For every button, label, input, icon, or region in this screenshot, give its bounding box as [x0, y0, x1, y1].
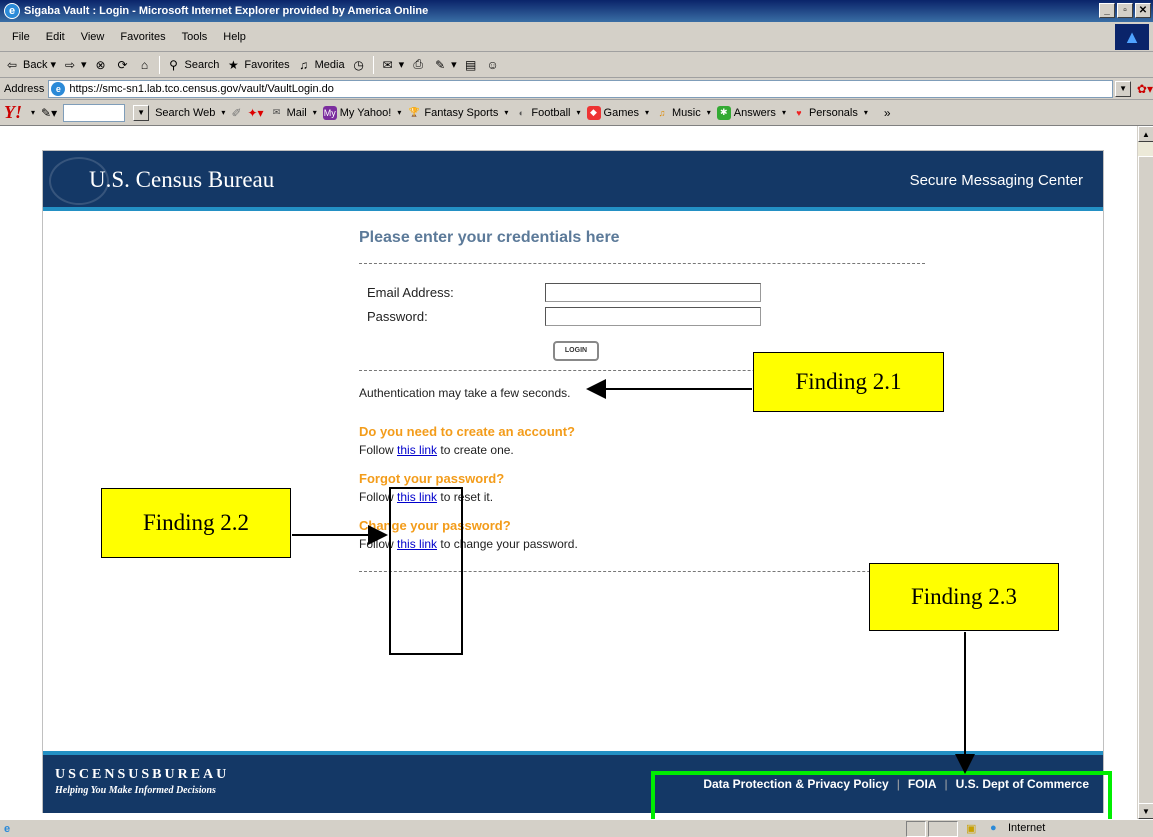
finding-2-2-callout: Finding 2.2	[101, 488, 291, 558]
ie-status-icon: e	[4, 822, 11, 835]
status-pane	[906, 821, 926, 837]
lock-icon: ▣	[966, 823, 977, 835]
globe-icon: ●	[990, 822, 997, 834]
finding-2-3-callout: Finding 2.3	[869, 563, 1059, 631]
annotation-arrows	[292, 379, 975, 774]
status-bar: e ▣ ● Internet	[0, 819, 1153, 837]
security-zone: Internet	[1008, 822, 1046, 834]
finding-2-1-callout: Finding 2.1	[753, 352, 944, 412]
status-pane	[928, 821, 958, 837]
